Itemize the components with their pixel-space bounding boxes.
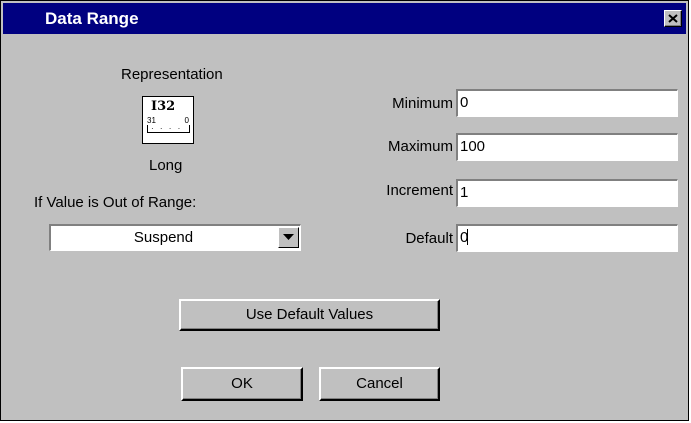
representation-icon-text: I32 — [151, 99, 176, 114]
maximum-label: Maximum — [387, 138, 453, 155]
out-of-range-selected-value: Suspend — [133, 229, 194, 246]
minimum-label: Minimum — [392, 95, 453, 112]
title-bar[interactable]: Data Range — [3, 3, 686, 34]
representation-icon-bit-low: 0 — [184, 116, 189, 125]
minimum-value: 0 — [460, 94, 469, 111]
i32-representation-icon[interactable]: I32 31 0 · · · · — [142, 96, 194, 144]
representation-icon-dots: · · · · — [151, 124, 183, 133]
chevron-down-icon — [283, 234, 294, 240]
minimum-input[interactable]: 0 — [456, 89, 678, 117]
default-label: Default — [405, 230, 453, 247]
close-button[interactable] — [664, 10, 682, 27]
data-range-dialog: Data Range Representation I32 31 0 · · ·… — [0, 0, 689, 421]
increment-label: Increment — [386, 182, 453, 199]
ok-button[interactable]: OK — [181, 367, 303, 401]
out-of-range-select[interactable]: Suspend — [49, 224, 301, 251]
representation-heading: Representation — [121, 66, 223, 83]
out-of-range-dropdown-button[interactable] — [278, 227, 299, 248]
maximum-value: 100 — [460, 138, 486, 155]
increment-input[interactable]: 1 — [456, 179, 678, 207]
use-default-values-button[interactable]: Use Default Values — [179, 299, 440, 331]
text-caret — [467, 229, 469, 245]
dialog-title: Data Range — [45, 9, 139, 28]
representation-type-label: Long — [149, 157, 183, 174]
close-icon — [668, 14, 678, 23]
default-input[interactable]: 0 — [456, 224, 678, 252]
increment-value: 1 — [460, 184, 469, 201]
cancel-button[interactable]: Cancel — [319, 367, 440, 401]
maximum-input[interactable]: 100 — [456, 133, 678, 161]
out-of-range-label: If Value is Out of Range: — [34, 194, 197, 211]
